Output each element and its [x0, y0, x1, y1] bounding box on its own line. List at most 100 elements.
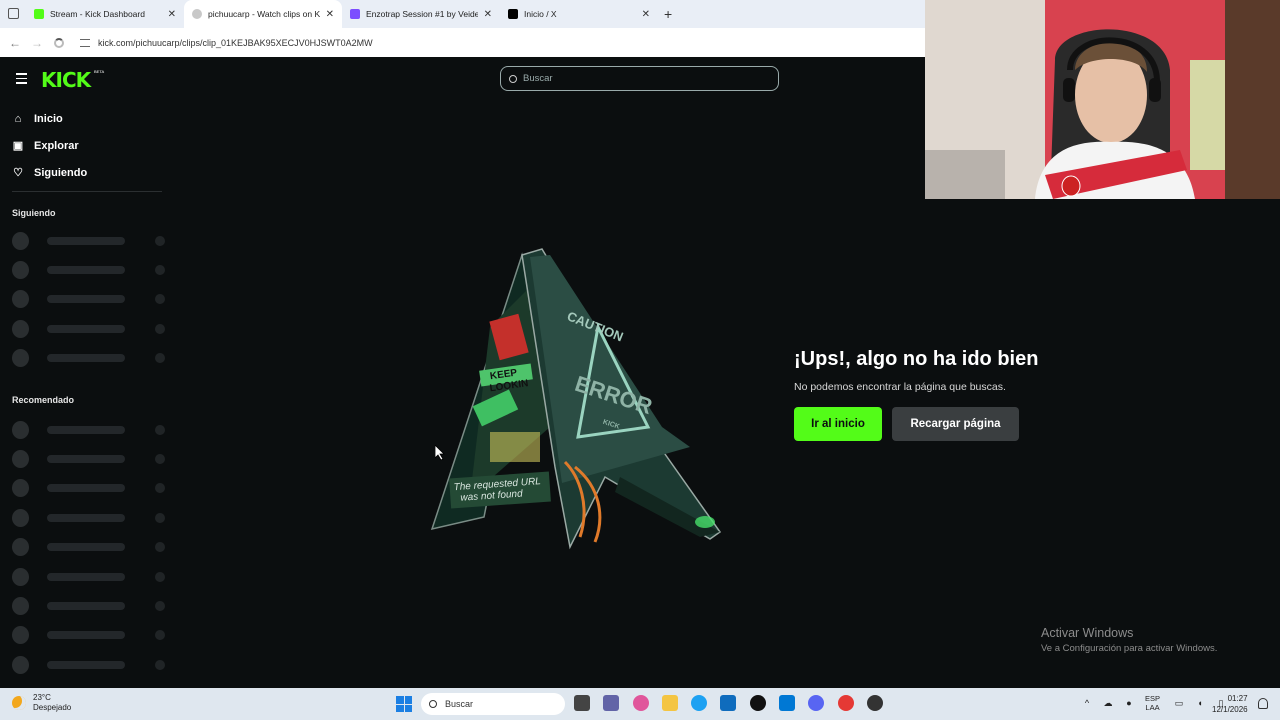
tab-close-icon[interactable]: ✕: [326, 9, 334, 20]
caution-sign-illustration: KEEP LOOKIN The requested URL was not fo…: [430, 248, 722, 550]
edge-icon[interactable]: [691, 695, 708, 711]
taskbar-search-label: Buscar: [445, 699, 474, 709]
skeleton-channel: [0, 285, 165, 314]
url-field[interactable]: kick.com/pichuucarp/clips/clip_01KEJBAK9…: [80, 38, 373, 48]
forward-arrow-icon[interactable]: →: [26, 36, 48, 50]
tab-close-icon[interactable]: ✕: [168, 9, 176, 20]
sidebar-item-siguiendo[interactable]: ♡ Siguiendo: [12, 159, 165, 186]
tab-enzotrap-session[interactable]: Enzotrap Session #1 by Veider ✕: [342, 0, 500, 28]
browser-tab-strip: Stream - Kick Dashboard ✕ pichuucarp - W…: [0, 0, 925, 28]
teams-icon[interactable]: [603, 695, 620, 711]
search-icon: [429, 700, 437, 708]
microphone-icon[interactable]: ●: [1124, 698, 1134, 708]
language-code: ESP: [1145, 694, 1161, 703]
search-input[interactable]: [523, 73, 763, 84]
beta-badge: BETA: [94, 69, 105, 74]
skeleton-channel: [0, 533, 165, 562]
language-indicator[interactable]: ESP LAA: [1145, 694, 1160, 712]
kick-favicon-icon: [34, 9, 44, 19]
chevron-up-icon[interactable]: ^: [1082, 698, 1092, 708]
screen: Stream - Kick Dashboard ✕ pichuucarp - W…: [0, 0, 1280, 720]
notification-bell-icon[interactable]: [1258, 698, 1268, 709]
network-icon[interactable]: ▭: [1174, 698, 1184, 708]
temperature: 23°C: [33, 693, 51, 702]
photoshop-icon[interactable]: [779, 695, 796, 711]
taskbar-apps: [574, 695, 896, 711]
copilot-icon[interactable]: [632, 695, 649, 711]
skeleton-channel: [0, 415, 165, 444]
skeleton-channel: [0, 591, 165, 620]
activate-windows-watermark: Activar Windows Ve a Configuración para …: [1041, 626, 1217, 654]
skeleton-channel: [0, 444, 165, 473]
reload-page-button[interactable]: Recargar página: [892, 407, 1019, 441]
sidebar-item-explorar[interactable]: ▣ Explorar: [12, 132, 165, 159]
obs-icon[interactable]: [866, 695, 883, 711]
following-section-title: Siguiendo: [12, 208, 56, 218]
tab-close-icon[interactable]: ✕: [484, 9, 492, 20]
discord-icon[interactable]: [808, 695, 825, 711]
system-clock[interactable]: 01:27 12/1/2026: [1212, 693, 1248, 715]
taskbar-search[interactable]: Buscar: [421, 693, 565, 715]
store-icon[interactable]: [720, 695, 737, 711]
moon-icon: [12, 696, 26, 710]
keyboard-layout: LAA: [1145, 703, 1160, 712]
tab-title: pichuucarp - Watch clips on Kic: [208, 9, 320, 19]
clock-date: 12/1/2026: [1212, 705, 1248, 714]
back-arrow-icon[interactable]: ←: [4, 36, 26, 50]
heart-icon: ♡: [13, 166, 23, 179]
skeleton-channel: [0, 226, 165, 255]
skeleton-channel: [0, 650, 165, 679]
mouse-cursor-icon: [435, 445, 445, 461]
tab-search-icon[interactable]: [8, 8, 19, 19]
activate-windows-subtitle: Ve a Configuración para activar Windows.: [1041, 643, 1218, 654]
task-view-icon[interactable]: [574, 695, 590, 711]
skeleton-channel: [0, 621, 165, 650]
volume-icon[interactable]: ◖: [1195, 698, 1205, 708]
globe-favicon-icon: [192, 9, 202, 19]
clock-time: 01:27: [1227, 694, 1248, 703]
windows-start-icon[interactable]: [396, 696, 412, 712]
search-icon: [509, 74, 517, 83]
weather-widget[interactable]: 23°C Despejado: [12, 693, 71, 713]
skeleton-channel: [0, 255, 165, 284]
error-title: ¡Ups!, algo no ha ido bien: [794, 348, 1039, 370]
activate-windows-title: Activar Windows: [1041, 626, 1134, 640]
site-info-icon[interactable]: [80, 38, 90, 47]
purple-favicon-icon: [350, 9, 360, 19]
sidebar-item-inicio[interactable]: ⌂ Inicio: [12, 105, 165, 132]
address-bar-row: ← → kick.com/pichuucarp/clips/clip_01KEJ…: [0, 28, 925, 57]
loading-spinner-icon[interactable]: [54, 37, 64, 48]
sidebar-item-label: Inicio: [34, 112, 63, 125]
recommended-skeleton-list: [0, 415, 165, 680]
kick-logo[interactable]: KICK: [41, 68, 91, 92]
tab-x-inicio[interactable]: Inicio / X ✕: [500, 0, 658, 28]
new-tab-button[interactable]: +: [664, 6, 672, 22]
home-icon: ⌂: [14, 112, 22, 125]
chrome-icon[interactable]: [837, 695, 854, 711]
sidebar-divider: [12, 191, 162, 192]
sidebar-item-label: Siguiendo: [34, 166, 88, 179]
recommended-section-title: Recomendado: [12, 394, 75, 405]
skeleton-channel: [0, 503, 165, 532]
x-logo-icon: [508, 9, 518, 19]
weather-condition: Despejado: [33, 703, 72, 712]
sidebar-item-label: Explorar: [34, 139, 79, 152]
search-box[interactable]: [500, 66, 779, 91]
menu-icon[interactable]: [16, 73, 27, 87]
tab-close-icon[interactable]: ✕: [642, 9, 650, 20]
webcam-overlay: [925, 0, 1280, 199]
url-text: kick.com/pichuucarp/clips/clip_01KEJBAK9…: [98, 37, 373, 48]
tab-title: Enzotrap Session #1 by Veider: [366, 9, 478, 19]
tab-kick-dashboard[interactable]: Stream - Kick Dashboard ✕: [26, 0, 184, 28]
onedrive-icon[interactable]: ☁: [1103, 698, 1113, 708]
tab-pichuucarp-clips[interactable]: pichuucarp - Watch clips on Kic ✕: [184, 0, 342, 28]
tiktok-icon[interactable]: [749, 695, 766, 711]
compass-icon: ▣: [12, 139, 24, 152]
error-subtitle: No podemos encontrar la página que busca…: [794, 381, 1006, 393]
following-skeleton-list: [0, 226, 165, 373]
kick-header: KICK BETA: [0, 57, 925, 99]
go-home-button[interactable]: Ir al inicio: [794, 407, 882, 441]
file-explorer-icon[interactable]: [661, 695, 678, 711]
windows-taskbar: 23°C Despejado Buscar ^ ☁ ● ESP LAA ▭ ◖ …: [0, 688, 1280, 720]
sidebar: ⌂ Inicio ▣ Explorar ♡ Siguiendo Siguiend…: [0, 99, 165, 688]
